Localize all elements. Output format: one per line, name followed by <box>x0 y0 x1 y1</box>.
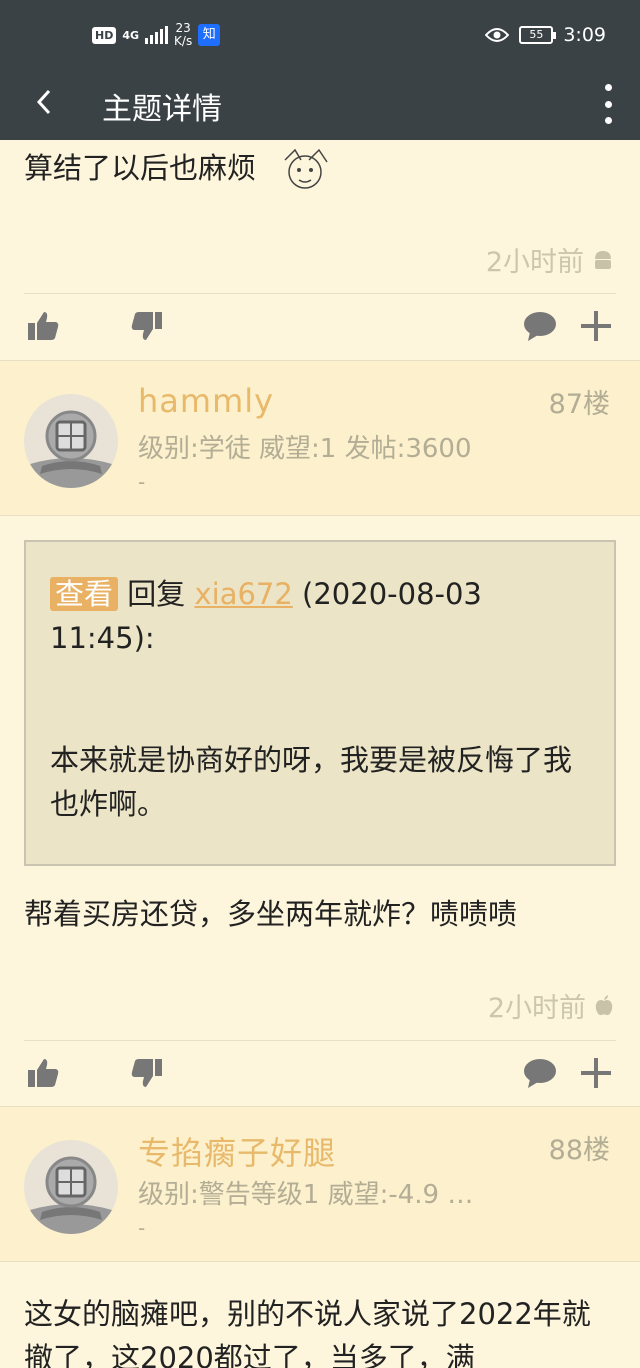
eye-icon <box>485 28 510 42</box>
plus-icon[interactable] <box>580 1057 612 1097</box>
android-icon <box>595 250 611 269</box>
thumbs-up-icon[interactable] <box>26 1057 60 1097</box>
quote-header: 查看 回复 xia672 (2020-08-03 11:45): <box>50 572 590 660</box>
quote-block: 查看 回复 xia672 (2020-08-03 11:45): 本来就是协商好… <box>24 540 616 866</box>
user-meta: 级别:学徒 威望:1 发帖:3600 <box>138 434 472 464</box>
floor-number: 88楼 <box>548 1135 610 1166</box>
post-header-88: 专掐瘸子好腿 级别:警告等级1 威望:-4.9 … - 88楼 <box>0 1106 640 1262</box>
post-text-87: 帮着买房还贷，多坐两年就炸？啧啧啧 <box>24 897 518 931</box>
floor-number: 87楼 <box>548 389 610 420</box>
post-text-88: 这女的脑瘫吧，别的不说人家说了2022年就撤了，这2020都过了，当多了，满 <box>24 1297 591 1368</box>
battery-icon: 55 <box>519 26 557 44</box>
username[interactable]: hammly <box>138 382 274 420</box>
comment-icon[interactable] <box>522 1057 558 1097</box>
thumbs-down-icon[interactable] <box>130 1057 164 1097</box>
user-meta-extra: - <box>138 470 146 494</box>
user-meta-extra: - <box>138 1216 146 1240</box>
view-tag-button[interactable]: 查看 <box>50 577 119 611</box>
post-text-prev: 算结了以后也麻烦 <box>24 146 345 194</box>
sticker-emoji <box>284 148 328 189</box>
post-time: 2小时前 <box>488 986 614 1025</box>
action-bar <box>0 1043 640 1107</box>
divider <box>24 293 616 294</box>
divider <box>0 1261 640 1262</box>
action-bar <box>0 296 640 360</box>
comment-icon[interactable] <box>522 310 558 350</box>
avatar[interactable] <box>24 394 118 488</box>
post-header-87: hammly 级别:学徒 威望:1 发帖:3600 - 87楼 <box>0 360 640 516</box>
chevron-left-icon[interactable] <box>36 88 52 123</box>
plus-icon[interactable] <box>580 310 612 350</box>
divider <box>0 1106 640 1107</box>
thumbs-down-icon[interactable] <box>130 310 164 350</box>
avatar[interactable] <box>24 1140 118 1234</box>
signal-icon <box>145 26 169 44</box>
thumbs-up-icon[interactable] <box>26 310 60 350</box>
reply-user-link[interactable]: xia672 <box>194 577 292 611</box>
clock: 3:09 <box>563 24 606 46</box>
post-time: 2小时前 <box>486 240 614 279</box>
status-bar: HD 4G 23 K/s 知 55 3:09 <box>0 0 640 68</box>
app-bar: 主题详情 <box>0 68 640 140</box>
hd-icon: HD <box>92 26 117 44</box>
apple-icon <box>595 994 613 1015</box>
network-speed: 23 K/s <box>174 21 193 48</box>
network-label: 4G <box>122 28 140 42</box>
username[interactable]: 专掐瘸子好腿 <box>138 1128 336 1174</box>
zhihu-icon: 知 <box>198 24 221 46</box>
divider <box>0 515 640 516</box>
divider <box>24 1040 616 1041</box>
page-title: 主题详情 <box>102 92 222 127</box>
divider <box>0 360 640 361</box>
more-vertical-icon[interactable] <box>602 84 614 124</box>
reply-label: 回复 <box>127 577 186 611</box>
quote-body: 本来就是协商好的呀，我要是被反悔了我也炸啊。 <box>50 743 573 821</box>
user-meta: 级别:警告等级1 威望:-4.9 … <box>138 1180 474 1210</box>
